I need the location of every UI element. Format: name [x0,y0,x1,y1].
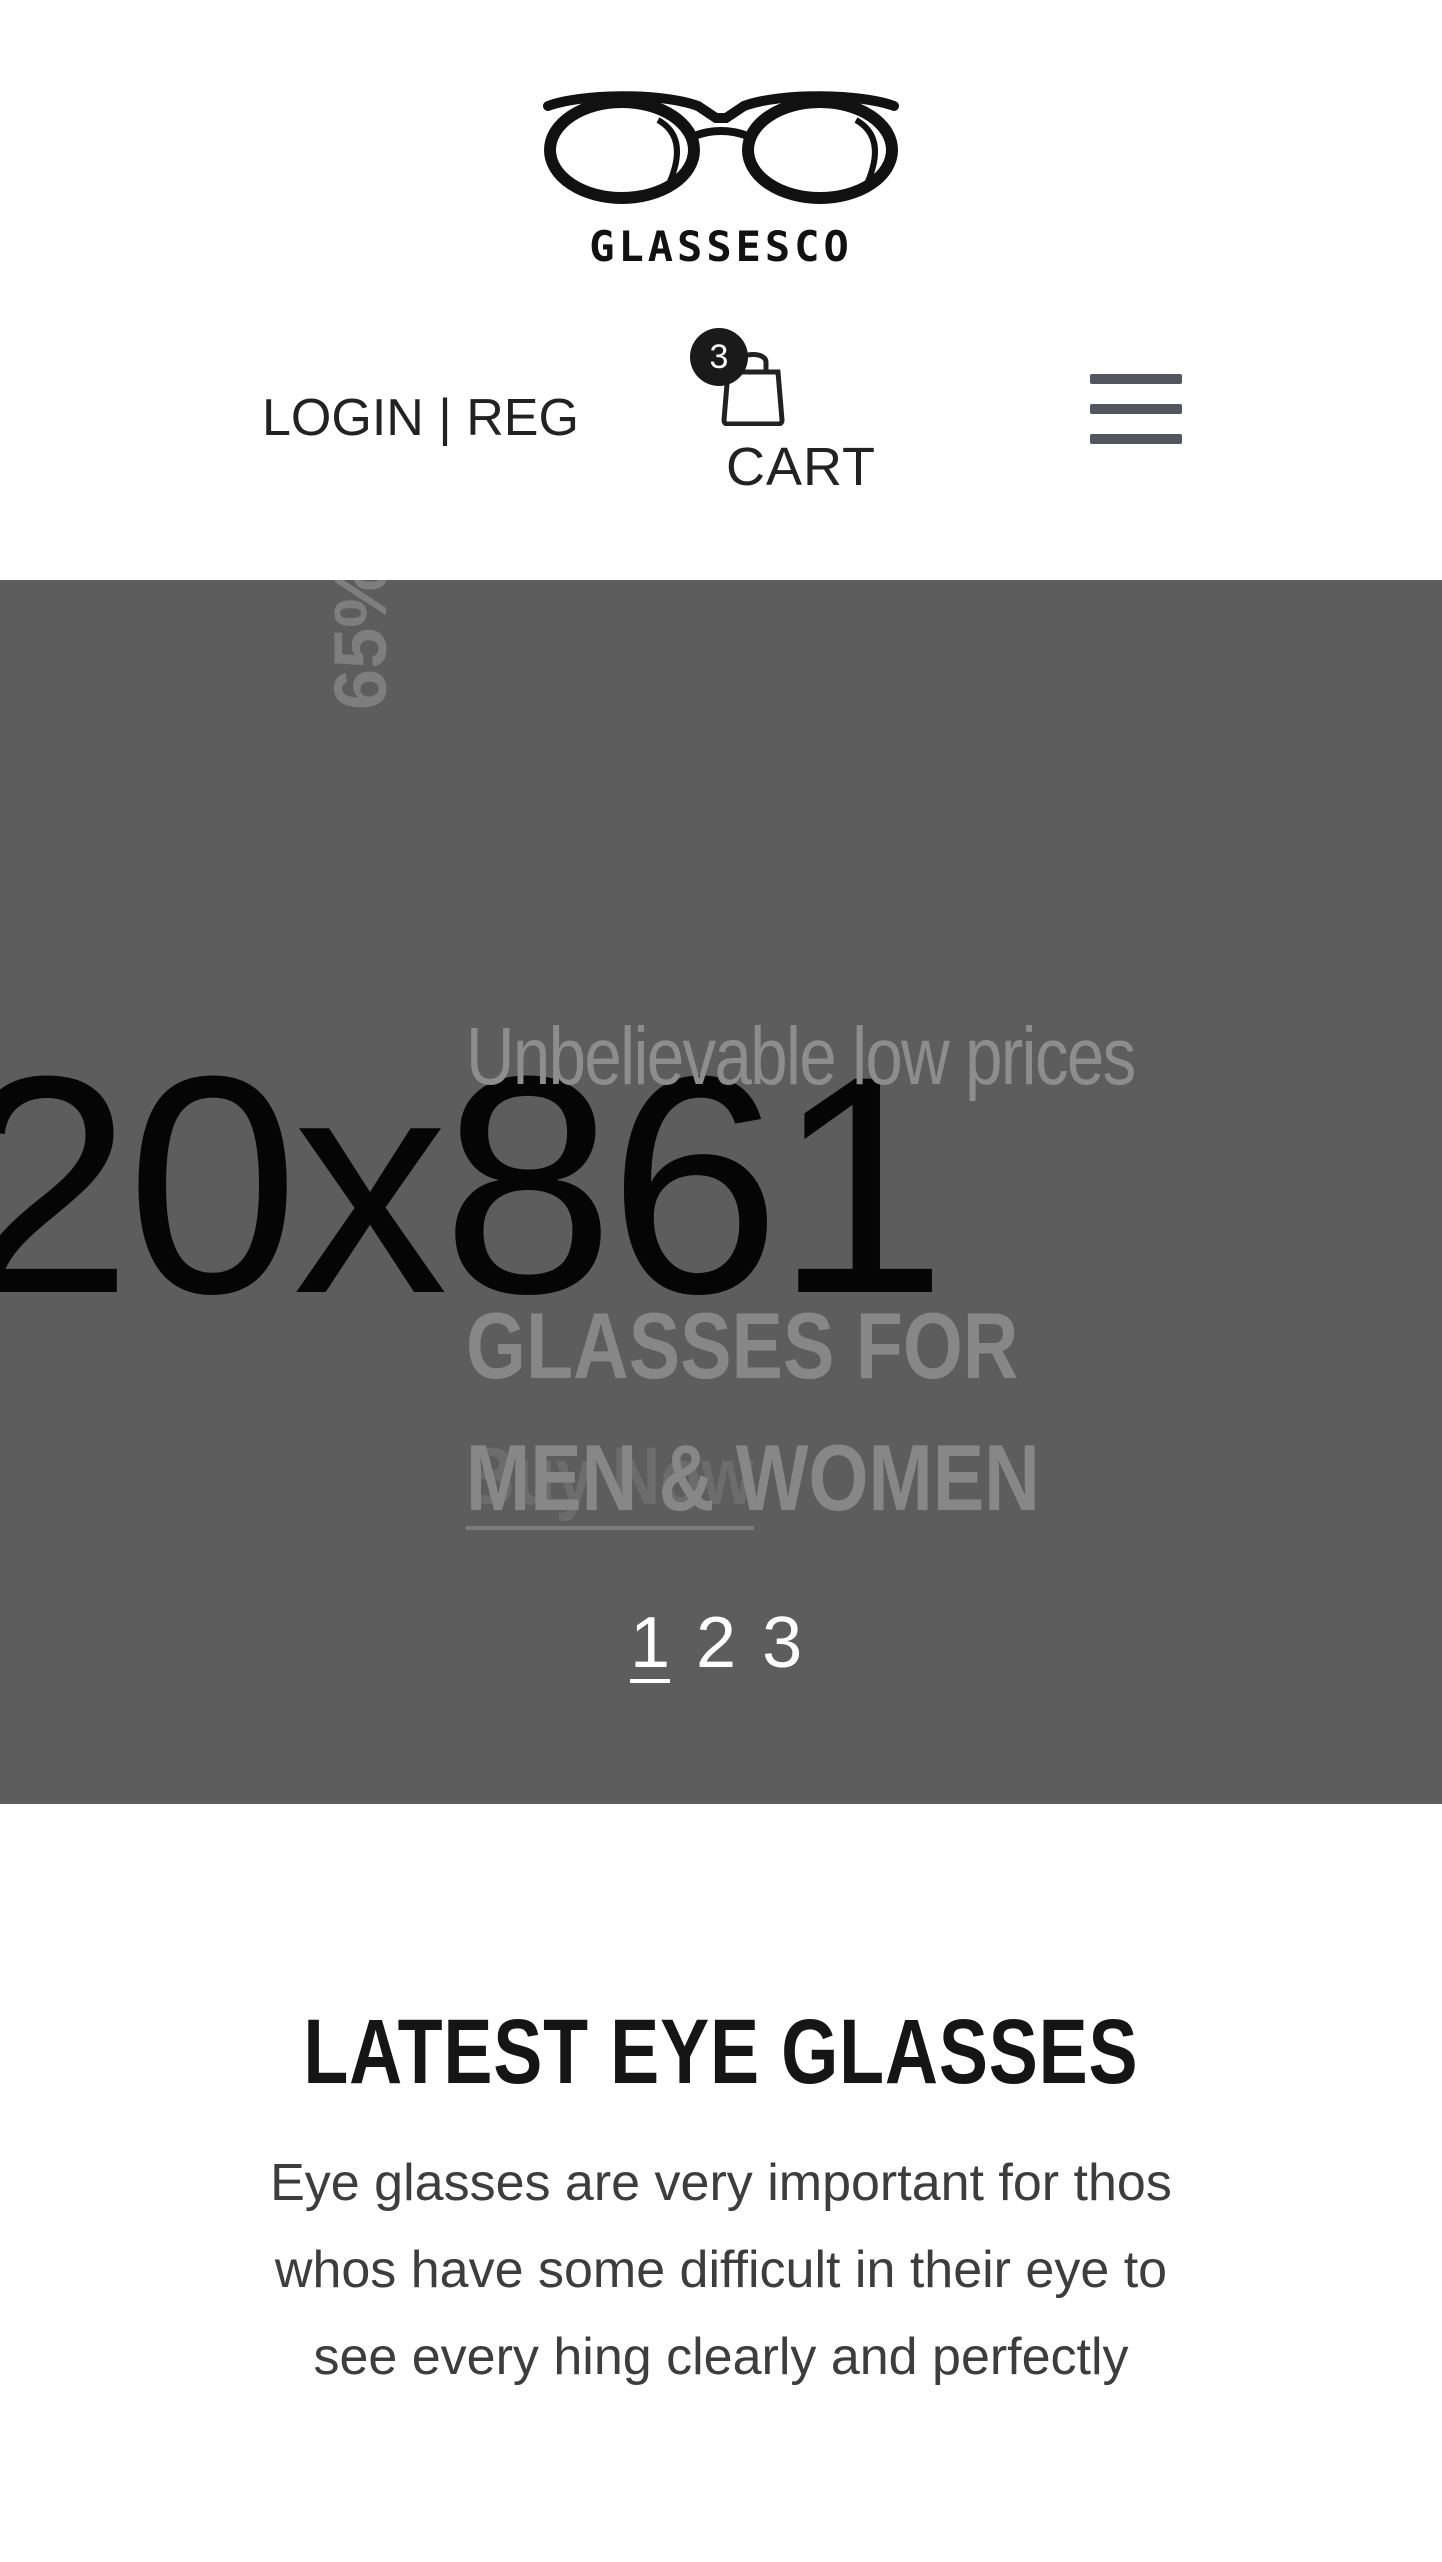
hero-subtitle: Unbelievable low prices [466,1011,1136,1102]
discount-text: 65% [319,580,402,710]
hero-title-line: MEN & WOMEN [466,1425,1040,1530]
slide-page-3[interactable]: 3 [762,1602,802,1684]
hamburger-menu-button[interactable] [1090,374,1182,444]
site-header: GLASSESCO LOGIN | REG 3 CART [0,0,1442,580]
cart-button[interactable]: 3 CART [690,328,890,498]
latest-eyeglasses-section: LATEST EYE GLASSES Eye glasses are very … [0,1804,1442,2562]
section-title: LATEST EYE GLASSES [0,2000,1442,2105]
hamburger-bar [1090,404,1182,414]
cart-label: CART [726,437,877,497]
slider-pagination: 123 [630,1602,828,1692]
site-logo[interactable]: GLASSESCO [540,88,902,278]
hamburger-bar [1090,374,1182,384]
logo-wordmark: GLASSESCO [589,222,853,271]
login-register-link[interactable]: LOGIN | REG [262,388,579,448]
discount-label: 65% [318,580,402,710]
hamburger-bar [1090,434,1182,444]
hero-title-line: GLASSES FOR [466,1293,1019,1398]
section-description: Eye glasses are very important for thos … [270,2154,1172,2386]
glasses-logo-icon [543,91,899,204]
section-title-text: LATEST EYE GLASSES [303,2001,1139,2103]
hero-title: GLASSES FOR MEN & WOMEN [466,1280,1040,1544]
hero-slider: 20x861 65% Unbelievable low prices Buy N… [0,580,1442,1804]
cart-count-badge: 3 [690,328,748,386]
slide-page-2[interactable]: 2 [696,1602,736,1684]
slide-page-1[interactable]: 1 [630,1602,670,1684]
